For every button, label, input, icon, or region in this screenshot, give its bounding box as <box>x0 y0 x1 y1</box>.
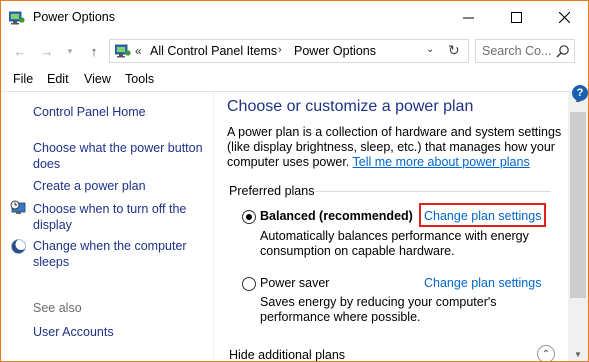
collapse-button[interactable]: ⌃ <box>537 345 555 361</box>
preferred-plans-heading: Preferred plans <box>229 184 315 198</box>
maximize-button[interactable] <box>493 1 539 33</box>
vertical-scrollbar[interactable]: ▲ ▼ <box>568 92 588 361</box>
title-bar: Power Options <box>1 1 588 35</box>
power-saver-change-plan-settings-link[interactable]: Change plan settings <box>424 276 541 290</box>
forward-button[interactable]: → <box>37 41 57 61</box>
hide-additional-plans-label[interactable]: Hide additional plans <box>229 348 345 361</box>
learn-more-link[interactable]: Tell me more about power plans <box>353 155 530 169</box>
balanced-radio[interactable] <box>242 210 256 224</box>
menu-bar: File Edit View Tools <box>1 69 588 89</box>
menu-view[interactable]: View <box>84 72 111 86</box>
arrow-up-icon: ↑ <box>90 43 98 59</box>
sidebar-item-computer-sleeps[interactable]: Change when the computer sleeps <box>33 238 208 270</box>
sidebar-item-power-button[interactable]: Choose what the power button does <box>33 140 208 172</box>
menu-tools[interactable]: Tools <box>125 72 154 86</box>
address-overflow-icon[interactable]: « <box>135 44 142 58</box>
page-title: Choose or customize a power plan <box>227 98 474 115</box>
see-also-heading: See also <box>33 301 82 315</box>
power-saver-plan-label[interactable]: Power saver <box>260 276 329 290</box>
back-button[interactable]: ← <box>10 41 30 61</box>
sidebar-control-panel-home[interactable]: Control Panel Home <box>33 104 208 120</box>
power-options-app-icon <box>9 11 25 25</box>
help-icon: ? <box>576 87 584 99</box>
power-options-window: Power Options ← → ▾ ↑ « All Control Pane… <box>0 0 589 362</box>
scroll-down-button[interactable]: ▼ <box>568 347 588 361</box>
preferred-plans-divider <box>315 191 551 192</box>
minimize-icon <box>462 17 474 18</box>
sidebar-item-user-accounts[interactable]: User Accounts <box>33 324 208 340</box>
control-panel-icon <box>115 44 131 58</box>
recent-locations-button[interactable]: ▾ <box>63 41 77 61</box>
clock-monitor-icon <box>10 200 26 214</box>
sidebar-item-turn-off-display[interactable]: Choose when to turn off the display <box>33 201 208 233</box>
window-title: Power Options <box>33 10 115 24</box>
help-button[interactable]: ? <box>572 85 588 101</box>
balanced-plan-description: Automatically balances performance with … <box>260 229 529 258</box>
main-content: Choose or customize a power plan A power… <box>214 92 568 361</box>
page-description: A power plan is a collection of hardware… <box>227 125 565 170</box>
refresh-icon[interactable]: ↻ <box>448 42 460 59</box>
chevron-up-icon: ⌃ <box>541 348 551 360</box>
sidebar: Control Panel Home Choose what the power… <box>1 92 213 361</box>
minimize-button[interactable] <box>445 1 491 33</box>
chevron-down-icon: ▾ <box>67 45 73 56</box>
arrow-right-icon: → <box>40 43 54 59</box>
close-button[interactable] <box>541 1 587 33</box>
menu-edit[interactable]: Edit <box>47 72 69 86</box>
scroll-thumb[interactable] <box>570 112 586 298</box>
up-button[interactable]: ↑ <box>84 41 104 61</box>
power-saver-radio[interactable] <box>242 277 256 291</box>
search-icon <box>556 45 569 58</box>
close-icon <box>558 11 570 23</box>
arrow-left-icon: ← <box>13 43 27 59</box>
address-bar[interactable]: « All Control Panel Items › Power Option… <box>109 39 469 63</box>
search-box[interactable] <box>475 39 575 63</box>
search-input[interactable] <box>482 43 554 59</box>
breadcrumb-all-control-panel-items[interactable]: All Control Panel Items <box>150 44 277 58</box>
sidebar-item-create-plan[interactable]: Create a power plan <box>33 178 208 194</box>
scroll-down-arrow-icon: ▼ <box>574 349 582 359</box>
menu-file[interactable]: File <box>13 72 33 86</box>
maximize-icon <box>510 11 522 23</box>
highlight-box <box>419 203 546 227</box>
breadcrumb-power-options[interactable]: Power Options <box>294 44 376 58</box>
navigation-bar: ← → ▾ ↑ « All Control Panel Items › Powe… <box>1 37 588 65</box>
address-dropdown-icon[interactable]: ⌄ <box>426 44 434 55</box>
balanced-plan-label[interactable]: Balanced (recommended) <box>260 209 413 223</box>
moon-sleep-icon <box>11 239 27 254</box>
breadcrumb-separator-icon[interactable]: › <box>278 44 282 56</box>
power-saver-plan-description: Saves energy by reducing your computer's… <box>260 295 497 324</box>
